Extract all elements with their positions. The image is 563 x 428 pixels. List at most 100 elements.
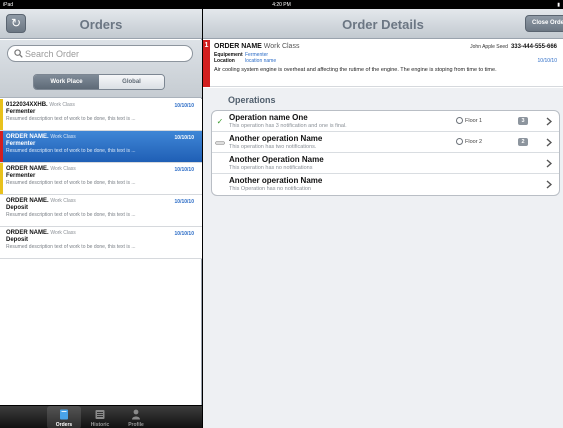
historic-icon <box>95 410 105 419</box>
order-class: Work Class <box>50 166 76 172</box>
priority-accent <box>0 163 3 194</box>
details-title: Order Details <box>342 17 424 32</box>
tab-bar: Orders Historic Profile <box>0 405 202 428</box>
operation-description: This operation has 3 notification and on… <box>229 123 347 129</box>
orders-title: Orders <box>79 17 123 32</box>
status-bar: iPad 4:20 PM ▮ <box>0 0 563 9</box>
order-list-item-selected[interactable]: ORDER NAME. Work Class 10/10/10 Fermente… <box>0 131 202 163</box>
contact-name: John Apple Seed <box>470 44 508 50</box>
order-date: 10/10/10 <box>174 135 194 141</box>
profile-icon <box>132 409 140 420</box>
order-equipment: Deposit <box>6 237 29 243</box>
tab-profile-label: Profile <box>128 422 144 428</box>
scope-segmented-control[interactable]: Work Place Global <box>33 74 165 90</box>
chevron-right-icon <box>546 180 552 189</box>
order-class: Work Class <box>50 198 76 204</box>
order-class: Work Class <box>49 102 75 108</box>
tab-historic-label: Historic <box>90 422 110 428</box>
order-description: Resumed description text of work to be d… <box>6 148 136 154</box>
chevron-right-icon <box>546 117 552 126</box>
order-equipment: Fermenter <box>6 141 36 147</box>
chevron-right-icon <box>546 138 552 147</box>
tab-historic[interactable]: Historic <box>83 406 117 428</box>
order-title: ORDER NAME Work Class <box>214 43 299 50</box>
order-description: Air cooling system engine is overheat an… <box>214 67 497 73</box>
tab-orders[interactable]: Orders <box>47 406 81 428</box>
operations-section: Operations ✓ Operation name One This ope… <box>203 88 563 428</box>
order-date: 10/10/10 <box>174 167 194 173</box>
radio-ring-icon <box>456 117 463 124</box>
orders-icon <box>60 409 68 420</box>
operation-description: This operation has no notifications <box>229 165 313 171</box>
priority-accent <box>0 99 3 130</box>
operation-name: Another Operation Name <box>229 155 324 164</box>
operation-floor: Floor 1 <box>456 117 482 124</box>
order-name: ORDER NAME. <box>6 134 49 140</box>
contact-phone: 333-444-555-666 <box>510 44 557 50</box>
search-icon <box>14 49 23 58</box>
order-description: Resumed description text of work to be d… <box>6 212 136 218</box>
order-class: Work Class <box>263 43 300 50</box>
tab-profile[interactable]: Profile <box>119 406 153 428</box>
order-details-panel: Order Details Close Orde 1 ORDER NAME Wo… <box>203 9 563 428</box>
order-date: 10/10/10 <box>174 199 194 205</box>
order-list: 0122034XXHB. Work Class 10/10/10 Ferment… <box>0 99 202 259</box>
search-input[interactable] <box>25 47 185 60</box>
segment-global[interactable]: Global <box>99 75 164 89</box>
status-time: 4:20 PM <box>272 2 291 8</box>
operation-name: Another operation Name <box>229 134 323 143</box>
location-value: location name <box>245 58 277 64</box>
priority-indicator: 1 <box>203 40 210 87</box>
order-equipment: Deposit <box>6 205 29 211</box>
search-box[interactable] <box>7 45 193 62</box>
operation-row[interactable]: ✓ Operation name One This operation has … <box>212 111 559 132</box>
order-summary: 1 ORDER NAME Work Class Equipement Fermen… <box>203 40 563 87</box>
operation-name: Another operation Name <box>229 176 323 185</box>
chevron-right-icon <box>546 159 552 168</box>
tab-orders-label: Orders <box>55 422 73 428</box>
order-list-item[interactable]: ORDER NAME. Work Class 10/10/10 Deposit … <box>0 227 202 259</box>
operation-row[interactable]: Another operation Name This operation ha… <box>212 132 559 153</box>
order-date: 10/10/10 <box>174 231 194 237</box>
order-list-item[interactable]: ORDER NAME. Work Class 10/10/10 Deposit … <box>0 195 202 227</box>
priority-accent <box>0 131 3 162</box>
radio-ring-icon <box>456 138 463 145</box>
floor-label: Floor 1 <box>465 118 483 124</box>
operation-floor: Floor 2 <box>456 138 482 145</box>
refresh-button[interactable]: ↻ <box>6 14 26 33</box>
order-class: Work Class <box>50 134 76 140</box>
refresh-icon: ↻ <box>10 16 22 30</box>
close-order-button[interactable]: Close Orde <box>525 15 563 32</box>
segment-work-place[interactable]: Work Place <box>34 75 99 89</box>
search-area: Work Place Global <box>0 40 202 98</box>
operations-table: ✓ Operation name One This operation has … <box>211 110 560 196</box>
notification-count-badge: 2 <box>518 138 528 146</box>
battery-icon: ▮ <box>557 2 560 8</box>
order-name: ORDER NAME. <box>6 198 49 204</box>
orders-panel: ↻ Orders Work Place Global 0122034XXHB. … <box>0 9 202 428</box>
operation-description: This Operation has no notification <box>229 186 311 192</box>
order-date: 10/10/10 <box>537 58 557 64</box>
checkmark-icon: ✓ <box>216 117 224 126</box>
order-equipment: Fermenter <box>6 173 36 179</box>
operation-row[interactable]: Another operation Name This Operation ha… <box>212 174 559 195</box>
operation-row[interactable]: Another Operation Name This operation ha… <box>212 153 559 174</box>
order-name: ORDER NAME. <box>6 166 49 172</box>
operations-title: Operations <box>228 95 276 105</box>
order-name: ORDER NAME <box>214 43 262 50</box>
order-list-item[interactable]: 0122034XXHB. Work Class 10/10/10 Ferment… <box>0 99 202 131</box>
orders-navbar: ↻ Orders <box>0 9 202 39</box>
location-label: Location <box>214 58 235 64</box>
operation-description: This operation has two notifications. <box>229 144 317 150</box>
order-date: 10/10/10 <box>174 103 194 109</box>
details-navbar: Order Details Close Orde <box>203 9 563 39</box>
order-meta: Equipement Fermenter Location location nam… <box>214 52 276 64</box>
contact-info: John Apple Seed 333-444-555-666 <box>470 44 557 50</box>
operation-name: Operation name One <box>229 113 308 122</box>
order-description: Resumed description text of work to be d… <box>6 180 136 186</box>
order-name: 0122034XXHB. <box>6 102 48 108</box>
notification-count-badge: 3 <box>518 117 528 125</box>
floor-label: Floor 2 <box>465 139 483 145</box>
order-description: Resumed description text of work to be d… <box>6 244 136 250</box>
order-list-item[interactable]: ORDER NAME. Work Class 10/10/10 Fermente… <box>0 163 202 195</box>
